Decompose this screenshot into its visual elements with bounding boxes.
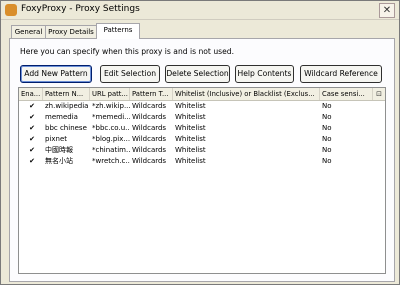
- pattern-type-cell: Wildcards: [132, 146, 167, 154]
- pattern-name-cell: 中國時報: [45, 146, 73, 154]
- enabled-check-icon[interactable]: ✔: [28, 123, 36, 134]
- column-header-pattern-type[interactable]: Pattern T...: [130, 88, 173, 100]
- column-header-pattern-name[interactable]: Pattern N...: [43, 88, 90, 100]
- delete-selection-button[interactable]: Delete Selection: [165, 65, 230, 83]
- list-type-cell: Whitelist: [175, 146, 206, 154]
- proxy-settings-window: FoxyProxy - Proxy Settings ✕ General Pro…: [0, 0, 400, 285]
- case-sensitive-cell: No: [322, 146, 332, 154]
- table-row[interactable]: ✔ memedia *memedi... Wildcards Whitelist…: [19, 112, 385, 123]
- table-row[interactable]: ✔ pixnet *blog.pix... Wildcards Whitelis…: [19, 134, 385, 145]
- enabled-check-icon[interactable]: ✔: [28, 112, 36, 123]
- list-type-cell: Whitelist: [175, 135, 206, 143]
- url-pattern-cell: *chinatim...: [92, 146, 130, 154]
- column-picker-icon[interactable]: ⊡: [374, 89, 384, 99]
- close-icon[interactable]: ✕: [379, 3, 395, 18]
- column-header-case-sensitive[interactable]: Case sensi...: [320, 88, 373, 100]
- table-row[interactable]: ✔ 無名小站 *wretch.c... Wildcards Whitelist …: [19, 156, 385, 167]
- pattern-type-cell: Wildcards: [132, 135, 167, 143]
- column-header-enabled[interactable]: Ena...: [19, 88, 43, 100]
- case-sensitive-cell: No: [322, 135, 332, 143]
- pattern-name-cell: zh.wikipedia: [45, 102, 89, 110]
- enabled-check-icon[interactable]: ✔: [28, 134, 36, 145]
- url-pattern-cell: *memedi...: [92, 113, 130, 121]
- wildcard-reference-button[interactable]: Wildcard Reference: [300, 65, 382, 83]
- column-header-url-pattern[interactable]: URL patt...: [90, 88, 130, 100]
- pattern-name-cell: pixnet: [45, 135, 68, 143]
- url-pattern-cell: *bbc.co.u...: [92, 124, 130, 132]
- tab-general[interactable]: General: [11, 25, 46, 39]
- table-row[interactable]: ✔ bbc chinese *bbc.co.u... Wildcards Whi…: [19, 123, 385, 134]
- pattern-type-cell: Wildcards: [132, 124, 167, 132]
- list-type-cell: Whitelist: [175, 124, 206, 132]
- case-sensitive-cell: No: [322, 113, 332, 121]
- patterns-panel: Here you can specify when this proxy is …: [9, 38, 395, 282]
- url-pattern-cell: *blog.pix...: [92, 135, 130, 143]
- window-title: FoxyProxy - Proxy Settings: [21, 4, 140, 14]
- url-pattern-cell: *wretch.c...: [92, 157, 130, 165]
- list-type-cell: Whitelist: [175, 102, 206, 110]
- table-header: Ena... Pattern N... URL patt... Pattern …: [19, 88, 385, 101]
- table-row[interactable]: ✔ 中國時報 *chinatim... Wildcards Whitelist …: [19, 145, 385, 156]
- list-type-cell: Whitelist: [175, 113, 206, 121]
- tab-patterns[interactable]: Patterns: [96, 23, 140, 39]
- case-sensitive-cell: No: [322, 102, 332, 110]
- pattern-type-cell: Wildcards: [132, 102, 167, 110]
- tab-proxy-details[interactable]: Proxy Details: [45, 25, 97, 39]
- pattern-name-cell: memedia: [45, 113, 78, 121]
- patterns-description: Here you can specify when this proxy is …: [20, 47, 234, 56]
- edit-selection-button[interactable]: Edit Selection: [100, 65, 160, 83]
- title-bar[interactable]: FoxyProxy - Proxy Settings ✕: [1, 1, 399, 20]
- case-sensitive-cell: No: [322, 124, 332, 132]
- pattern-type-cell: Wildcards: [132, 157, 167, 165]
- enabled-check-icon[interactable]: ✔: [28, 145, 36, 156]
- pattern-name-cell: bbc chinese: [45, 124, 87, 132]
- column-header-whitelist-blacklist[interactable]: Whitelist (Inclusive) or Blacklist (Excl…: [173, 88, 320, 100]
- pattern-type-cell: Wildcards: [132, 113, 167, 121]
- patterns-table: Ena... Pattern N... URL patt... Pattern …: [18, 87, 386, 274]
- enabled-check-icon[interactable]: ✔: [28, 156, 36, 167]
- table-row[interactable]: ✔ zh.wikipedia *zh.wikip... Wildcards Wh…: [19, 101, 385, 112]
- help-contents-button[interactable]: Help Contents: [235, 65, 294, 83]
- enabled-check-icon[interactable]: ✔: [28, 101, 36, 112]
- list-type-cell: Whitelist: [175, 157, 206, 165]
- add-new-pattern-button[interactable]: Add New Pattern: [20, 65, 92, 83]
- pattern-name-cell: 無名小站: [45, 157, 73, 165]
- foxyproxy-app-icon: [5, 4, 17, 16]
- case-sensitive-cell: No: [322, 157, 332, 165]
- url-pattern-cell: *zh.wikip...: [92, 102, 130, 110]
